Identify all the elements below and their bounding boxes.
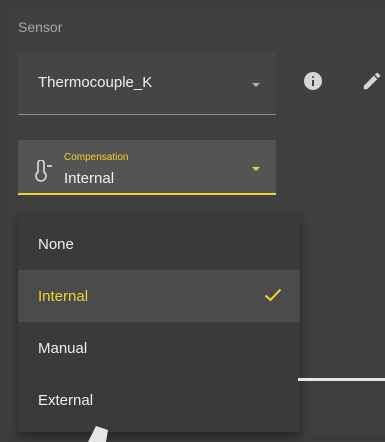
sensor-type-value: Thermocouple_K bbox=[38, 74, 153, 91]
thermometer-icon bbox=[35, 160, 52, 182]
compensation-label: Compensation bbox=[64, 152, 129, 163]
sensor-section-label: Sensor bbox=[18, 19, 63, 35]
menu-item-label: None bbox=[38, 235, 74, 253]
pencil-icon[interactable] bbox=[361, 70, 383, 92]
sensor-panel: Sensor Thermocouple_K Compensation Inter… bbox=[8, 8, 385, 442]
menu-item-manual[interactable]: Manual bbox=[18, 322, 300, 374]
background-connector-line bbox=[298, 378, 385, 381]
menu-item-label: Manual bbox=[38, 339, 88, 357]
info-icon[interactable] bbox=[304, 72, 322, 90]
background-shape bbox=[88, 426, 108, 442]
menu-item-label: Internal bbox=[38, 287, 89, 305]
compensation-value: Internal bbox=[64, 170, 115, 187]
menu-item-label: External bbox=[38, 391, 94, 409]
chevron-down-icon bbox=[252, 167, 260, 171]
chevron-down-icon bbox=[252, 83, 260, 87]
check-icon bbox=[264, 288, 282, 302]
compensation-dropdown-menu: None Internal Manual External bbox=[18, 213, 300, 432]
menu-item-none[interactable]: None bbox=[18, 218, 300, 270]
menu-item-internal[interactable]: Internal bbox=[18, 270, 300, 322]
menu-item-external[interactable]: External bbox=[18, 374, 300, 426]
compensation-select[interactable]: Compensation Internal bbox=[18, 140, 276, 195]
sensor-type-select[interactable]: Thermocouple_K bbox=[18, 52, 276, 115]
